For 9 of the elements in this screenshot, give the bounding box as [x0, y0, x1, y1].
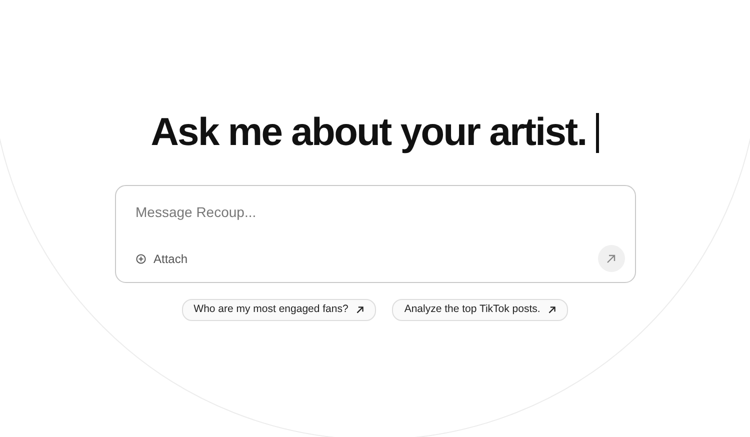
heading: Ask me about your artist.	[150, 110, 586, 156]
plus-circle-icon	[136, 254, 146, 264]
send-button[interactable]	[598, 245, 624, 272]
suggestion-chip[interactable]: Analyze the top TikTok posts.	[392, 299, 568, 321]
arrow-icon	[606, 254, 616, 264]
arrow-icon	[548, 306, 556, 314]
suggestion-chip[interactable]: Who are my most engaged fans?	[182, 299, 376, 321]
arrow-icon	[356, 306, 364, 314]
attach-button[interactable]: Attach	[136, 250, 188, 268]
